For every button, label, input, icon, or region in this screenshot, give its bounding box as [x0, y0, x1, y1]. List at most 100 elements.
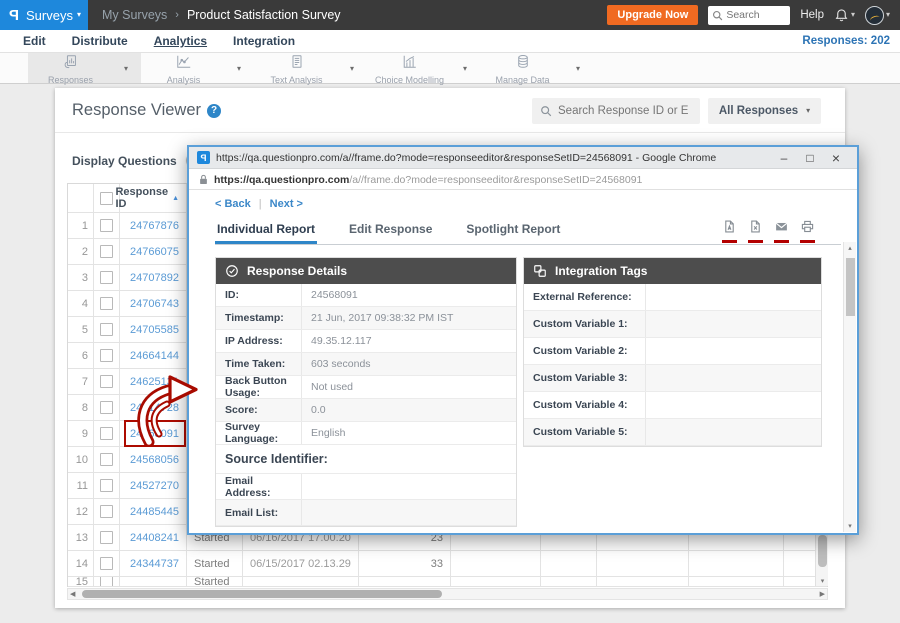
integration-tags-header: Integration Tags [524, 258, 821, 284]
help-link[interactable]: Help [800, 9, 824, 21]
select-all-checkbox[interactable] [100, 192, 113, 205]
account-menu[interactable]: ▾ [865, 6, 890, 25]
table-cell: 2 [68, 239, 94, 264]
responses-count[interactable]: Responses: 202 [802, 35, 890, 47]
response-id-link[interactable]: 24664144 [120, 343, 187, 368]
row-checkbox[interactable] [100, 505, 113, 518]
toolbar-item-manage-data[interactable]: Manage Data [480, 52, 565, 85]
row-checkbox[interactable] [100, 557, 113, 570]
field-label: Email List: [216, 500, 302, 525]
breadcrumb-my-surveys[interactable]: My Surveys [102, 8, 167, 22]
global-search-input[interactable] [726, 9, 786, 21]
table-cell [94, 551, 120, 576]
menubar-items: Edit Distribute Analytics Integration [10, 34, 308, 48]
response-id-link[interactable]: 24706743 [120, 291, 187, 316]
response-id-link[interactable]: 24705585 [120, 317, 187, 342]
toolbar-caret-text-analysis[interactable]: ▾ [339, 64, 365, 73]
notifications-menu[interactable]: ▾ [834, 8, 855, 23]
toolbar-caret-choice-modelling[interactable]: ▾ [452, 64, 478, 73]
scroll-up-icon[interactable]: ▴ [844, 244, 856, 252]
menubar-item-analytics[interactable]: Analytics [154, 34, 207, 48]
email-export-button[interactable] [774, 220, 789, 243]
toolbar-item-text-analysis[interactable]: Text Analysis [254, 52, 339, 85]
print-button[interactable] [800, 220, 815, 243]
row-checkbox[interactable] [100, 297, 113, 310]
row-checkbox[interactable] [100, 577, 113, 587]
minimize-button[interactable]: – [771, 148, 797, 168]
response-id-link[interactable]: 24614728 [120, 395, 187, 420]
field-value [302, 500, 516, 525]
help-icon[interactable]: ? [207, 104, 221, 118]
next-link[interactable]: Next > [270, 198, 303, 210]
menubar-item-distribute[interactable]: Distribute [72, 34, 128, 48]
excel-export-button[interactable] [748, 220, 763, 243]
toolbar-caret-responses[interactable]: ▾ [113, 64, 139, 73]
scroll-right-icon[interactable]: ▶ [820, 590, 825, 598]
scroll-down-icon[interactable]: ▾ [844, 522, 856, 530]
response-id-link[interactable] [120, 577, 187, 586]
table-cell [94, 473, 120, 498]
product-menu-surveys[interactable]: Surveys ▾ [26, 8, 81, 23]
response-id-link[interactable]: 24625131 [120, 369, 187, 394]
table-cell [451, 577, 541, 586]
row-checkbox[interactable] [100, 479, 113, 492]
window-titlebar[interactable]: P https://qa.questionpro.com/a//frame.do… [189, 147, 857, 169]
table-cell: 7 [68, 369, 94, 394]
back-link[interactable]: < Back [215, 198, 251, 210]
response-id-link[interactable]: 24568056 [120, 447, 187, 472]
toolbar-item-analysis[interactable]: Analysis [141, 52, 226, 85]
global-search-box[interactable] [708, 6, 790, 25]
vertical-scroll-thumb[interactable] [818, 535, 827, 567]
response-id-link[interactable]: 24485445 [120, 499, 187, 524]
row-checkbox[interactable] [100, 219, 113, 232]
row-checkbox[interactable] [100, 349, 113, 362]
row-checkbox[interactable] [100, 531, 113, 544]
horizontal-scroll-thumb[interactable] [82, 590, 442, 598]
row-checkbox[interactable] [100, 323, 113, 336]
toolbar-caret-analysis[interactable]: ▾ [226, 64, 252, 73]
response-search-box[interactable] [532, 98, 700, 124]
response-filter-dropdown[interactable]: All Responses ▾ [708, 98, 821, 124]
response-id-link[interactable]: 24707892 [120, 265, 187, 290]
tab-spotlight-report[interactable]: Spotlight Report [464, 218, 562, 244]
menubar-item-integration[interactable]: Integration [233, 34, 295, 48]
table-horizontal-scrollbar[interactable]: ◀ ▶ [67, 588, 828, 600]
response-id-link[interactable]: 24408241 [120, 525, 187, 550]
pdf-export-button[interactable] [722, 220, 737, 243]
sort-asc-icon[interactable]: ▲ [172, 195, 179, 202]
response-id-link[interactable]: 24344737 [120, 551, 187, 576]
tab-individual-report[interactable]: Individual Report [215, 218, 317, 244]
toolbar-item-choice-modelling[interactable]: Choice Modelling [367, 52, 452, 85]
tab-edit-response[interactable]: Edit Response [347, 218, 434, 244]
window-urlbar: https://qa.questionpro.com/a//frame.do?m… [189, 169, 857, 190]
menubar-item-edit[interactable]: Edit [23, 34, 46, 48]
response-id-column-header[interactable]: Response ID▲ [120, 184, 187, 212]
response-id-link[interactable]: 24766075 [120, 239, 187, 264]
field-value: 21 Jun, 2017 09:38:32 PM IST [302, 307, 516, 329]
row-checkbox[interactable] [100, 453, 113, 466]
popup-scroll-thumb[interactable] [846, 258, 855, 316]
field-label: Time Taken: [216, 353, 302, 375]
row-checkbox[interactable] [100, 375, 113, 388]
upgrade-now-button[interactable]: Upgrade Now [607, 5, 698, 25]
close-button[interactable]: × [823, 148, 849, 168]
integration-tags-title: Integration Tags [555, 264, 647, 278]
toolbar-item-responses[interactable]: Responses [28, 52, 113, 85]
popup-scrollbar[interactable]: ▴ ▾ [843, 242, 856, 532]
row-checkbox[interactable] [100, 401, 113, 414]
maximize-button[interactable]: □ [797, 148, 823, 168]
toolbar-caret-manage-data[interactable]: ▾ [565, 64, 591, 73]
row-checkbox[interactable] [100, 271, 113, 284]
response-id-link[interactable]: 24767876 [120, 213, 187, 238]
field-value: English [302, 422, 516, 444]
detail-row: Time Taken:603 seconds [216, 353, 516, 376]
scroll-left-icon[interactable]: ◀ [70, 590, 75, 598]
row-checkbox[interactable] [100, 245, 113, 258]
responses-icon [63, 54, 79, 74]
scroll-down-icon[interactable]: ▾ [816, 577, 829, 585]
search-icon [540, 105, 552, 117]
toolbar-label-manage-data: Manage Data [495, 75, 549, 85]
response-id-link[interactable]: 24527270 [120, 473, 187, 498]
row-checkbox[interactable] [100, 427, 113, 440]
response-search-input[interactable] [558, 105, 688, 117]
